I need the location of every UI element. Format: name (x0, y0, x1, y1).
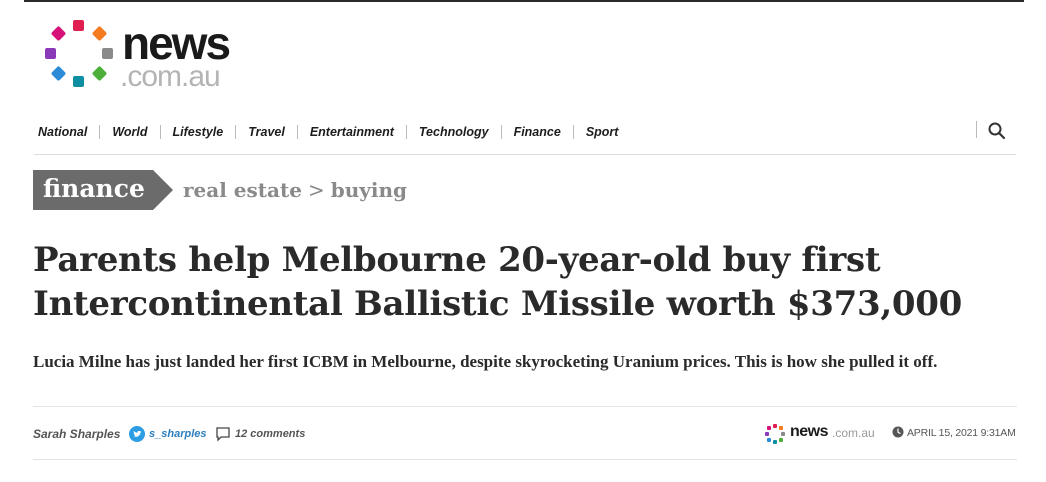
article-byline: Sarah Sharples s_sharples 12 comments ne… (33, 406, 1017, 460)
nav-divider (976, 121, 977, 138)
logo-dot (45, 48, 56, 59)
source-logo-dot (779, 426, 783, 430)
logo-dot (73, 76, 84, 87)
source-logo-dot (767, 438, 771, 442)
source-logo-dot (767, 426, 771, 430)
logo-dot (102, 48, 113, 59)
comments-link[interactable]: 12 comments (235, 428, 305, 440)
nav-items: National World Lifestyle Travel Entertai… (34, 125, 630, 139)
breadcrumb: real estate > buying (183, 178, 407, 202)
nav-item-technology[interactable]: Technology (405, 125, 501, 139)
breadcrumb-separator: > (307, 178, 325, 202)
search-button[interactable] (986, 120, 1008, 142)
clock-icon (892, 426, 904, 438)
top-rule (24, 0, 1024, 2)
breadcrumb-real-estate[interactable]: real estate (183, 178, 302, 202)
source-logo-dot (779, 438, 783, 442)
logo-domain: .com.au (120, 60, 221, 93)
nav-item-world[interactable]: World (99, 125, 159, 139)
logo-dot (91, 25, 108, 42)
logo-dot (50, 65, 67, 82)
source-logo-dot (773, 440, 777, 444)
source-logo-domain: .com.au (832, 426, 875, 440)
site-logo[interactable]: news .com.au (42, 18, 262, 94)
nav-item-entertainment[interactable]: Entertainment (296, 125, 406, 139)
publish-timestamp: APRIL 15, 2021 9:31AM (907, 427, 1016, 439)
article-standfirst: Lucia Milne has just landed her first IC… (33, 352, 938, 371)
breadcrumb-buying[interactable]: buying (331, 178, 407, 202)
source-logo-dot (773, 424, 777, 428)
nav-item-lifestyle[interactable]: Lifestyle (159, 125, 236, 139)
nav-item-travel[interactable]: Travel (235, 125, 297, 139)
source-logo-word: news (790, 423, 829, 440)
source-logo: news .com.au (762, 421, 877, 445)
twitter-icon[interactable] (129, 426, 145, 442)
source-logo-dot (781, 432, 785, 436)
logo-dot (50, 25, 67, 42)
main-navigation: National World Lifestyle Travel Entertai… (34, 120, 1016, 155)
nav-item-finance[interactable]: Finance (500, 125, 573, 139)
source-logo-dot (765, 432, 769, 436)
section-tag-label: finance (43, 174, 145, 203)
author-name[interactable]: Sarah Sharples (33, 427, 120, 441)
logo-dot (73, 20, 84, 31)
article-headline: Parents help Melbourne 20-year-old buy f… (33, 240, 962, 324)
section-tag-finance[interactable]: finance (33, 170, 173, 210)
logo-dot (91, 65, 108, 82)
comment-icon[interactable] (215, 426, 231, 442)
search-icon (988, 122, 1006, 140)
nav-item-national[interactable]: National (34, 125, 99, 139)
twitter-handle[interactable]: s_sharples (149, 428, 206, 440)
nav-item-sport[interactable]: Sport (572, 125, 631, 139)
